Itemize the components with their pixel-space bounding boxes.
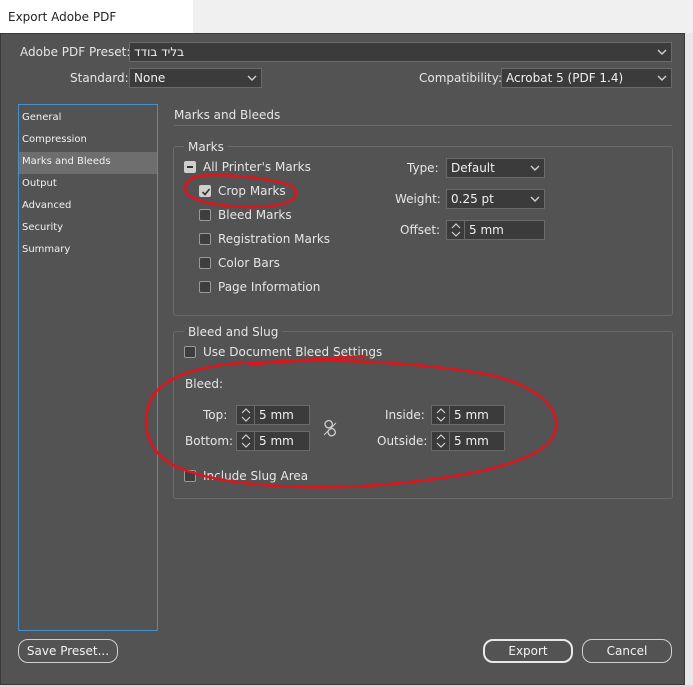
window-title: Export Adobe PDF — [8, 10, 117, 24]
inside-label: Inside: — [385, 408, 425, 422]
include-slug-label: Include Slug Area — [203, 469, 309, 483]
type-label: Type: — [407, 161, 439, 175]
type-dropdown[interactable]: Default — [446, 158, 545, 178]
mixed-state-icon — [187, 166, 193, 168]
compatibility-value: Acrobat 5 (PDF 1.4) — [506, 71, 624, 85]
crop-marks-checkbox[interactable] — [199, 185, 211, 197]
sidebar-item-security[interactable]: Security — [19, 218, 157, 240]
use-document-bleed-label: Use Document Bleed Settings — [203, 345, 383, 359]
compatibility-label: Compatibility: — [419, 71, 503, 85]
standard-value: None — [134, 71, 166, 85]
stepper-arrows-icon[interactable] — [237, 432, 255, 450]
chevron-down-icon — [530, 196, 540, 202]
stepper-arrows-icon[interactable] — [432, 406, 450, 424]
preset-value: בליד בודד — [134, 45, 185, 59]
panel-divider — [174, 125, 672, 126]
chevron-down-icon — [530, 165, 540, 171]
offset-label: Offset: — [400, 223, 441, 237]
category-sidebar: General Compression Marks and Bleeds Out… — [18, 104, 158, 631]
stepper-arrows-icon[interactable] — [237, 406, 255, 424]
window-edge — [685, 33, 693, 687]
bleed-marks-checkbox[interactable] — [199, 209, 211, 221]
weight-value: 0.25 pt — [451, 192, 494, 206]
offset-value: 5 mm — [469, 223, 504, 237]
chevron-down-icon — [657, 75, 667, 81]
stepper-arrows-icon[interactable] — [432, 432, 450, 450]
marks-group-title: Marks — [184, 139, 228, 155]
panel-title: Marks and Bleeds — [174, 108, 281, 122]
weight-dropdown[interactable]: 0.25 pt — [446, 189, 545, 209]
color-bars-label: Color Bars — [218, 256, 280, 270]
bleed-label: Bleed: — [185, 377, 223, 391]
outside-bleed-stepper[interactable]: 5 mm — [431, 431, 505, 451]
top-bleed-stepper[interactable]: 5 mm — [236, 405, 310, 425]
inside-bleed-stepper[interactable]: 5 mm — [431, 405, 505, 425]
save-preset-button[interactable]: Save Preset... — [18, 639, 118, 663]
bleed-marks-label: Bleed Marks — [218, 208, 292, 222]
preset-dropdown[interactable]: בליד בודד — [129, 42, 672, 62]
chevron-down-icon — [657, 49, 667, 55]
sidebar-item-output[interactable]: Output — [19, 174, 157, 196]
outside-label: Outside: — [377, 434, 428, 448]
bottom-bleed-value: 5 mm — [259, 434, 294, 448]
standard-label: Standard: — [70, 71, 129, 85]
use-document-bleed-checkbox[interactable] — [184, 346, 196, 358]
cancel-button[interactable]: Cancel — [582, 639, 672, 663]
registration-marks-label: Registration Marks — [218, 232, 331, 246]
crop-marks-label: Crop Marks — [218, 184, 286, 198]
page-information-label: Page Information — [218, 280, 321, 294]
sidebar-item-advanced[interactable]: Advanced — [19, 196, 157, 218]
page-information-checkbox[interactable] — [199, 281, 211, 293]
bottom-label: Bottom: — [185, 434, 234, 448]
compatibility-dropdown[interactable]: Acrobat 5 (PDF 1.4) — [501, 68, 672, 88]
preset-label: Adobe PDF Preset: — [20, 45, 131, 59]
sidebar-item-compression[interactable]: Compression — [19, 130, 157, 152]
color-bars-checkbox[interactable] — [199, 257, 211, 269]
bottom-bleed-stepper[interactable]: 5 mm — [236, 431, 310, 451]
top-label: Top: — [203, 408, 228, 422]
offset-stepper[interactable]: 5 mm — [446, 220, 545, 240]
include-slug-checkbox[interactable] — [184, 470, 196, 482]
sidebar-item-marks-and-bleeds[interactable]: Marks and Bleeds — [19, 152, 157, 174]
chevron-down-icon — [247, 75, 257, 81]
all-printers-marks-label: All Printer's Marks — [203, 160, 311, 174]
type-value: Default — [451, 161, 495, 175]
stepper-arrows-icon[interactable] — [447, 221, 465, 239]
all-printers-marks-checkbox[interactable] — [184, 161, 196, 173]
background-window — [193, 0, 693, 35]
check-icon — [201, 188, 211, 196]
bleed-slug-group-title: Bleed and Slug — [184, 324, 283, 340]
chain-link-icon[interactable] — [322, 419, 338, 438]
inside-bleed-value: 5 mm — [454, 408, 489, 422]
top-bleed-value: 5 mm — [259, 408, 294, 422]
registration-marks-checkbox[interactable] — [199, 233, 211, 245]
standard-dropdown[interactable]: None — [129, 68, 262, 88]
sidebar-item-general[interactable]: General — [19, 108, 157, 130]
export-button[interactable]: Export — [483, 639, 573, 663]
outside-bleed-value: 5 mm — [454, 434, 489, 448]
weight-label: Weight: — [395, 192, 441, 206]
sidebar-item-summary[interactable]: Summary — [19, 240, 157, 262]
